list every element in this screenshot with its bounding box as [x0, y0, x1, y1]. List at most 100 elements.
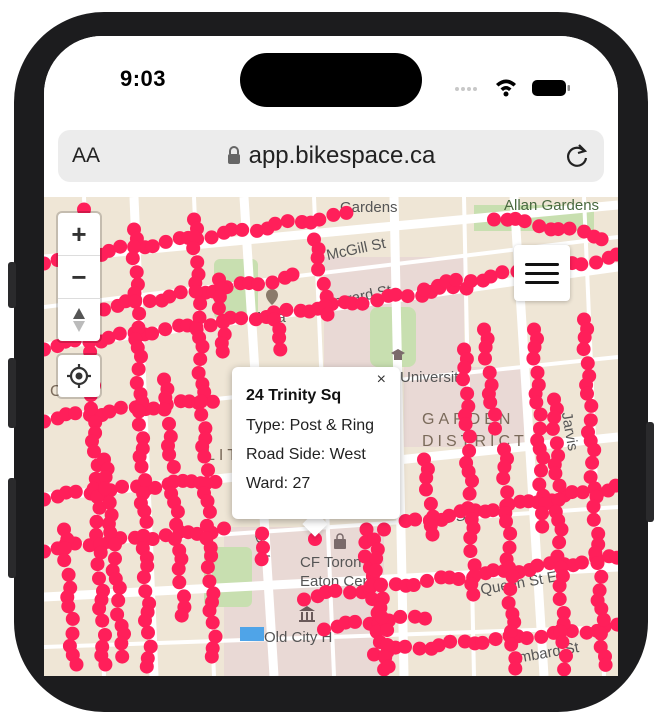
bike-parking-marker[interactable]: [134, 349, 148, 364]
bike-parking-marker[interactable]: [145, 239, 160, 254]
bike-parking-marker[interactable]: [486, 503, 500, 518]
url-field[interactable]: app.bikespace.ca: [58, 142, 604, 170]
bike-parking-marker[interactable]: [166, 474, 181, 489]
bike-parking-marker[interactable]: [373, 578, 388, 593]
bike-parking-marker[interactable]: [530, 365, 545, 380]
bike-parking-marker[interactable]: [138, 473, 153, 488]
browser-address-bar[interactable]: AA app.bikespace.ca: [58, 130, 604, 182]
bike-parking-marker[interactable]: [158, 322, 173, 337]
bike-parking-marker[interactable]: [141, 625, 155, 640]
bike-parking-marker[interactable]: [466, 587, 481, 602]
bike-parking-marker[interactable]: [61, 567, 76, 582]
bike-parking-marker[interactable]: [57, 553, 72, 568]
bike-parking-marker[interactable]: [129, 265, 144, 280]
bike-parking-marker[interactable]: [463, 530, 478, 545]
bike-parking-marker[interactable]: [89, 514, 104, 529]
bike-parking-marker[interactable]: [108, 537, 122, 552]
bike-parking-marker[interactable]: [584, 398, 599, 413]
zoom-in-button[interactable]: +: [58, 213, 100, 256]
bike-parking-marker[interactable]: [190, 255, 205, 270]
bike-parking-marker[interactable]: [102, 495, 117, 510]
bike-parking-marker[interactable]: [285, 267, 300, 282]
bike-parking-marker[interactable]: [504, 624, 518, 639]
bike-parking-marker[interactable]: [380, 623, 395, 638]
bike-parking-marker[interactable]: [128, 294, 143, 309]
bike-parking-marker[interactable]: [44, 414, 51, 429]
popup-close-button[interactable]: ×: [377, 371, 386, 389]
bike-parking-marker[interactable]: [557, 662, 572, 676]
bike-parking-marker[interactable]: [388, 287, 403, 302]
bike-parking-marker[interactable]: [132, 306, 147, 321]
bike-parking-marker[interactable]: [131, 320, 146, 335]
bike-parking-marker[interactable]: [108, 551, 122, 566]
bike-parking-marker[interactable]: [500, 485, 515, 500]
bike-parking-marker[interactable]: [460, 386, 475, 401]
bike-parking-marker[interactable]: [462, 429, 477, 444]
bike-parking-marker[interactable]: [326, 207, 341, 222]
bike-parking-marker[interactable]: [145, 326, 160, 341]
bike-parking-marker[interactable]: [44, 342, 51, 357]
bike-parking-marker[interactable]: [589, 255, 604, 270]
geolocate-button[interactable]: [58, 355, 100, 397]
bike-parking-marker[interactable]: [505, 569, 520, 584]
bike-parking-marker[interactable]: [417, 282, 431, 297]
bike-parking-marker[interactable]: [559, 648, 573, 663]
bike-parking-marker[interactable]: [173, 285, 188, 300]
bike-parking-marker[interactable]: [488, 407, 502, 422]
bike-parking-marker[interactable]: [552, 478, 567, 493]
bike-parking-marker[interactable]: [317, 622, 331, 637]
bike-parking-marker[interactable]: [204, 230, 219, 245]
bike-parking-marker[interactable]: [586, 499, 601, 514]
bike-parking-marker[interactable]: [208, 629, 223, 644]
bike-parking-marker[interactable]: [211, 301, 226, 316]
bike-parking-marker[interactable]: [172, 575, 187, 590]
bike-parking-marker[interactable]: [174, 608, 189, 623]
bike-parking-marker[interactable]: [517, 214, 532, 229]
menu-button[interactable]: [514, 245, 570, 301]
bike-parking-marker[interactable]: [202, 504, 217, 519]
bike-parking-marker[interactable]: [503, 526, 518, 541]
bike-parking-marker[interactable]: [529, 395, 544, 410]
bike-parking-marker[interactable]: [418, 611, 432, 626]
bike-parking-marker[interactable]: [169, 517, 184, 532]
bike-parking-marker[interactable]: [533, 421, 547, 436]
bike-parking-marker[interactable]: [368, 563, 383, 578]
bike-parking-marker[interactable]: [532, 219, 547, 234]
bike-parking-marker[interactable]: [98, 481, 112, 496]
bike-parking-marker[interactable]: [273, 342, 288, 357]
bike-parking-marker[interactable]: [552, 592, 567, 607]
bike-parking-marker[interactable]: [534, 463, 548, 478]
compass-button[interactable]: [58, 299, 100, 341]
bike-parking-marker[interactable]: [580, 356, 595, 371]
bike-parking-marker[interactable]: [134, 459, 149, 474]
bike-parking-marker[interactable]: [380, 638, 395, 652]
bike-parking-marker[interactable]: [496, 471, 511, 486]
bike-parking-marker[interactable]: [113, 239, 128, 254]
bike-parking-marker[interactable]: [202, 603, 217, 618]
bike-parking-marker[interactable]: [463, 274, 478, 289]
bike-parking-marker[interactable]: [463, 544, 478, 559]
bike-parking-marker[interactable]: [68, 406, 83, 421]
bike-parking-marker[interactable]: [131, 417, 146, 432]
bike-parking-marker[interactable]: [272, 330, 287, 345]
bike-parking-marker[interactable]: [488, 632, 503, 647]
bike-parking-marker[interactable]: [234, 311, 249, 326]
bike-parking-marker[interactable]: [456, 372, 470, 387]
bike-parking-marker[interactable]: [339, 205, 354, 220]
bike-parking-marker[interactable]: [526, 351, 541, 366]
bike-parking-marker[interactable]: [400, 289, 415, 304]
bike-parking-marker[interactable]: [530, 558, 545, 573]
bike-parking-marker[interactable]: [265, 275, 280, 290]
bike-parking-marker[interactable]: [478, 351, 492, 366]
bike-parking-marker[interactable]: [462, 443, 477, 458]
bike-parking-marker[interactable]: [519, 631, 534, 646]
bike-parking-marker[interactable]: [458, 417, 473, 432]
bike-parking-marker[interactable]: [535, 506, 549, 521]
bike-parking-marker[interactable]: [136, 570, 151, 585]
bike-parking-marker[interactable]: [587, 443, 602, 457]
bike-parking-marker[interactable]: [593, 626, 608, 641]
bike-parking-marker[interactable]: [255, 526, 270, 541]
bike-parking-marker[interactable]: [68, 484, 83, 499]
bike-parking-marker[interactable]: [197, 449, 212, 464]
bike-parking-marker[interactable]: [44, 544, 51, 559]
